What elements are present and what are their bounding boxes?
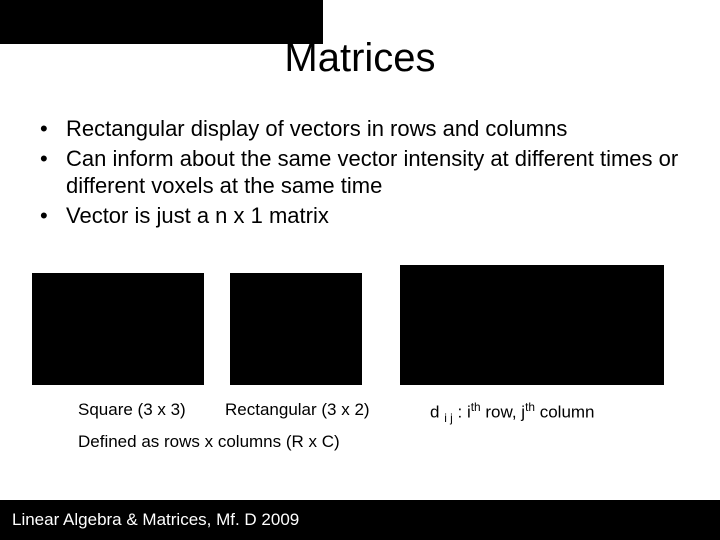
footer-bar: Linear Algebra & Matrices, Mf. D 2009 [0,500,720,540]
footer-text: Linear Algebra & Matrices, Mf. D 2009 [12,510,299,530]
dij-th2: th [525,400,535,414]
rect-matrix-box [230,273,362,385]
dij-th1: th [471,400,481,414]
square-matrix-box [32,273,204,385]
dij-col: column [535,403,595,422]
defined-as: Defined as rows x columns (R x C) [78,432,340,452]
bullet-3: Vector is just a n x 1 matrix [26,202,694,230]
slide-title: Matrices [0,36,720,81]
bullet-list: Rectangular display of vectors in rows a… [26,115,694,231]
dij-row: row, j [481,403,525,422]
dij-mid: : i [453,403,471,422]
bullet-2: Can inform about the same vector intensi… [26,145,694,200]
caption-rect: Rectangular (3 x 2) [225,400,370,420]
slide: Matrices Rectangular display of vectors … [0,0,720,540]
caption-square: Square (3 x 3) [78,400,186,420]
dij-pre: d [430,403,444,422]
dij-sub: i j [444,411,453,425]
caption-dij: d i j : ith row, jth column [430,400,595,425]
bullet-1: Rectangular display of vectors in rows a… [26,115,694,143]
dij-matrix-box [400,265,664,385]
